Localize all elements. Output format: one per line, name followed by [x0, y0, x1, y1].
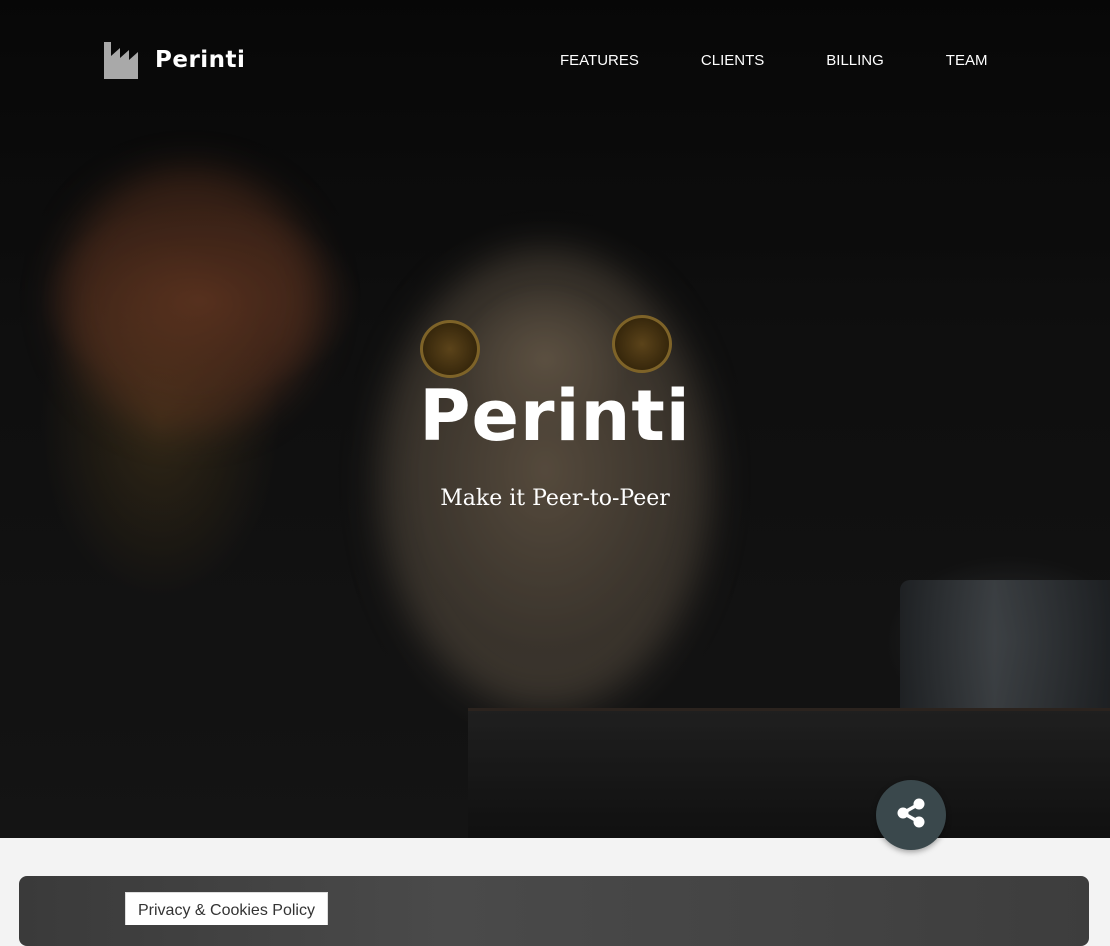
nav-item-team[interactable]: TEAM [946, 52, 988, 69]
nav-item-features[interactable]: FEATURES [560, 52, 639, 69]
brand-name: Perinti [155, 47, 246, 73]
hero-title: Perinti [419, 375, 691, 457]
hero-section: Perinti FEATURES CLIENTS BILLING TEAM Pe… [0, 0, 1110, 838]
share-button[interactable] [876, 780, 946, 850]
nav-item-clients[interactable]: CLIENTS [701, 52, 764, 69]
share-icon [893, 795, 929, 836]
factory-icon [103, 40, 143, 80]
hero-subtitle: Make it Peer-to-Peer [440, 486, 670, 511]
brand-logo[interactable]: Perinti [103, 40, 245, 80]
cookie-policy-tab[interactable]: Privacy & Cookies Policy [125, 892, 328, 925]
nav-item-billing[interactable]: BILLING [826, 52, 884, 69]
main-nav: FEATURES CLIENTS BILLING TEAM [560, 52, 987, 69]
